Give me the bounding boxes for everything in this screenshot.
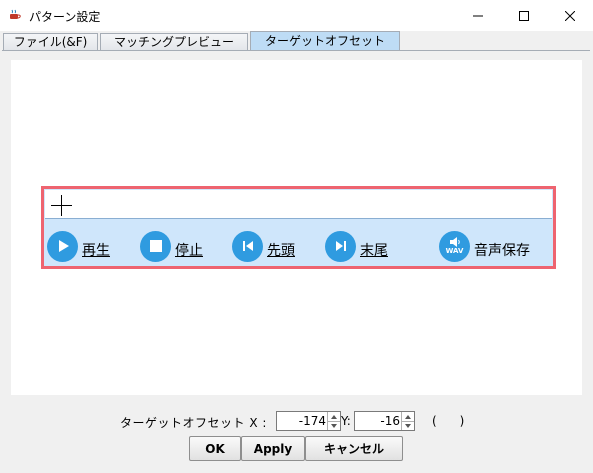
wav-icon-text: WAV — [445, 247, 464, 255]
ok-button[interactable]: OK — [189, 436, 241, 461]
minimize-icon — [473, 15, 483, 16]
offset-y-label: Y: — [341, 414, 351, 428]
maximize-icon — [519, 10, 529, 21]
maximize-button[interactable] — [501, 0, 547, 31]
offset-y-input[interactable] — [355, 412, 403, 430]
first-button[interactable]: 先頭 — [232, 229, 295, 263]
offset-y-down-button[interactable] — [402, 421, 414, 430]
tab-divider — [2, 50, 590, 51]
caret-up-icon — [405, 414, 411, 419]
save-audio-label: 音声保存 — [474, 243, 530, 259]
close-button[interactable] — [547, 0, 593, 31]
apply-button[interactable]: Apply — [241, 436, 305, 461]
audio-player-panel: 再生 停止 先頭 末尾 WAV 音声保存 — [41, 186, 556, 269]
caret-down-icon — [331, 424, 337, 428]
play-button[interactable]: 再生 — [47, 229, 110, 263]
offset-parens: ( ) — [432, 414, 465, 428]
window-title: パターン設定 — [29, 10, 101, 24]
offset-y-arrows — [401, 412, 414, 430]
play-icon — [47, 230, 78, 262]
tab-target-offset[interactable]: ターゲットオフセット — [250, 31, 400, 50]
first-label: 先頭 — [267, 243, 295, 259]
offset-x-down-button[interactable] — [328, 421, 340, 430]
offset-x-up-button[interactable] — [328, 412, 340, 421]
play-label: 再生 — [82, 243, 110, 259]
offset-y-spinner[interactable] — [354, 411, 415, 431]
skip-to-start-icon — [232, 230, 263, 262]
cancel-button[interactable]: キャンセル — [305, 436, 403, 461]
stop-label: 停止 — [175, 243, 203, 259]
target-image-area[interactable] — [45, 190, 552, 219]
stop-icon — [140, 230, 171, 262]
crosshair-icon — [51, 195, 72, 216]
caret-down-icon — [405, 424, 411, 428]
offset-x-arrows — [327, 412, 340, 430]
close-icon — [565, 10, 575, 21]
stop-button[interactable]: 停止 — [140, 229, 203, 263]
title-bar: パターン設定 — [0, 0, 593, 31]
tab-file[interactable]: ファイル(&F) — [3, 33, 98, 50]
offset-x-spinner[interactable] — [276, 411, 341, 431]
tab-matching-preview[interactable]: マッチングプレビュー — [100, 33, 248, 50]
tab-bar: ファイル(&F) マッチングプレビュー ターゲットオフセット — [0, 31, 593, 52]
target-offset-label: ターゲットオフセット X : — [120, 416, 267, 430]
offset-y-up-button[interactable] — [402, 412, 414, 421]
offset-x-input[interactable] — [277, 412, 329, 430]
save-audio-button[interactable]: WAV 音声保存 — [439, 229, 530, 263]
last-label: 末尾 — [360, 243, 388, 259]
offset-row: ターゲットオフセット X : Y: ( ) — [0, 410, 593, 432]
minimize-button[interactable] — [455, 0, 501, 31]
wav-save-icon: WAV — [439, 230, 470, 262]
skip-to-end-icon — [325, 230, 356, 262]
java-cup-icon — [10, 9, 21, 19]
caret-up-icon — [331, 414, 337, 419]
last-button[interactable]: 末尾 — [325, 229, 388, 263]
